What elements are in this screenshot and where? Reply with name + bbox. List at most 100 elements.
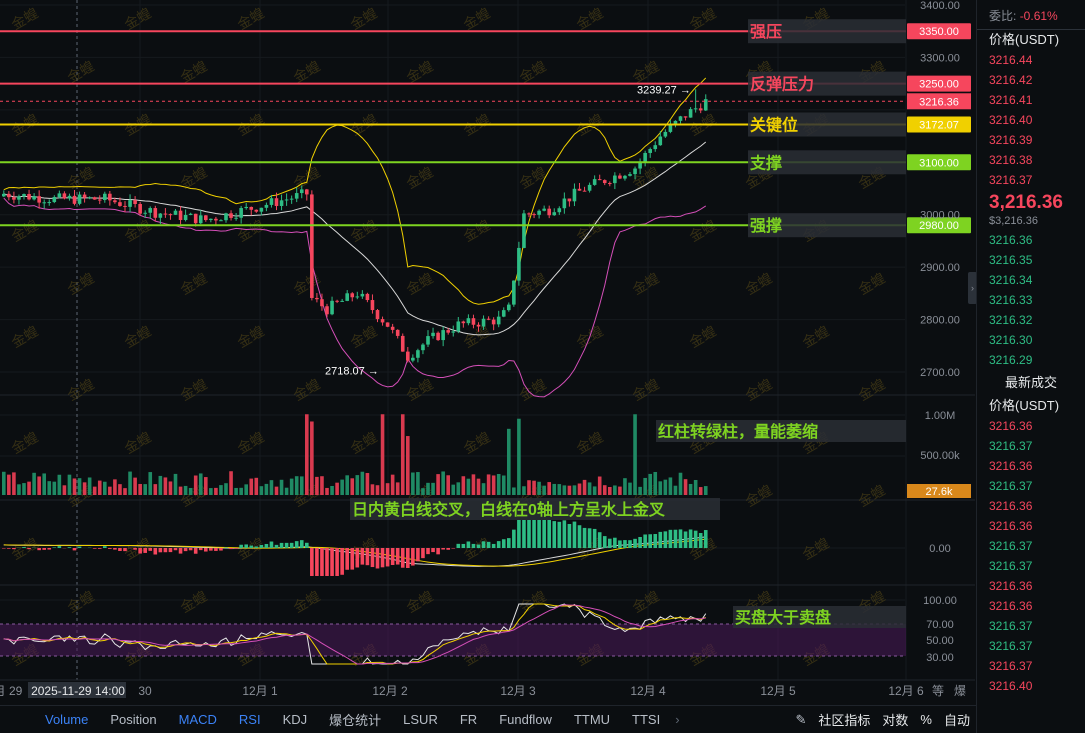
indicator-tab-fundflow[interactable]: Fundflow <box>488 712 563 727</box>
axis-extra-label: 等 <box>932 684 944 698</box>
macd-bar <box>673 529 678 548</box>
volume-bar <box>390 474 395 495</box>
macd-bar <box>633 538 637 548</box>
volume-bar <box>249 478 254 495</box>
macd-bar <box>138 548 142 554</box>
volume-bar <box>501 475 506 495</box>
volume-bar <box>193 475 198 495</box>
macd-bar <box>219 548 223 551</box>
bid-price: 3216.36 <box>989 233 1033 247</box>
macd-bar <box>421 548 425 559</box>
indicator-tab-ttsi[interactable]: TTSI <box>621 712 671 727</box>
order-book: 委比: -0.61% 价格(USDT) 3216.44 3216.42 3216.4… <box>976 0 1085 733</box>
macd-bar <box>547 520 551 548</box>
indicator-tab-ttmu[interactable]: TTMU <box>563 712 621 727</box>
macd-bar <box>582 527 587 548</box>
candle-body <box>108 193 112 201</box>
candle-body <box>118 202 122 206</box>
volume-bar <box>72 478 77 495</box>
macd-bar <box>532 520 536 548</box>
indicator-tab-fr[interactable]: FR <box>449 712 488 727</box>
macd-bar <box>355 548 360 568</box>
indicator-tab-lsur[interactable]: LSUR <box>392 712 449 727</box>
candle-body <box>123 205 127 207</box>
edit-icon[interactable]: ✎ <box>789 712 812 728</box>
candle-body <box>698 108 703 111</box>
volume-bar <box>279 479 284 495</box>
volume-bar <box>17 484 21 495</box>
candle-body <box>688 109 693 118</box>
volume-bar <box>658 481 663 495</box>
indicator-tab-macd[interactable]: MACD <box>168 712 228 727</box>
macd-bar <box>7 548 11 549</box>
trades-price-header: 价格(USDT) <box>989 398 1060 413</box>
candle-body <box>340 300 344 302</box>
trade-price: 3216.37 <box>989 619 1033 633</box>
level-price-text: 3172.07 <box>919 120 959 132</box>
macd-bar <box>592 528 597 548</box>
macd-bar <box>476 544 481 548</box>
candle-body <box>148 208 153 213</box>
macd-bar <box>229 548 233 550</box>
volume-bar <box>411 472 415 495</box>
macd-bar <box>562 520 567 548</box>
volume-bar <box>97 480 102 495</box>
bid-price: 3216.30 <box>989 333 1033 347</box>
macd-bar <box>163 548 168 553</box>
macd-bar <box>22 547 26 548</box>
candle-body <box>279 200 284 206</box>
price-tick: 3300.00 <box>920 52 960 64</box>
volume-bar <box>597 476 602 495</box>
last-price: 3,216.36 <box>989 192 1063 213</box>
indicator-tab-rsi[interactable]: RSI <box>228 712 272 727</box>
log-scale-toggle[interactable]: 对数 <box>876 710 914 729</box>
candlestick-chart[interactable]: 金蝗 金蝗 金蝗 金蝗 金蝗 金蝗 金蝗 金蝗金蝗 金蝗 金蝗 金蝗 金蝗 金蝗金蝗 金蝗 金蝗 金蝗 金蝗 金蝗… <box>0 0 975 705</box>
candle-body <box>299 189 304 194</box>
volume-bar <box>618 486 622 495</box>
volume-bar <box>643 477 647 495</box>
volume-bar <box>138 483 142 495</box>
volume-bar <box>92 486 97 495</box>
candle-body <box>92 197 97 200</box>
bid-price: 3216.29 <box>989 353 1033 367</box>
volume-bar <box>693 479 698 495</box>
indicator-tab-position[interactable]: Position <box>99 712 167 727</box>
macd-bar <box>385 548 390 567</box>
macd-bar <box>481 541 486 548</box>
candle-body <box>269 198 274 205</box>
macd-bar <box>698 533 703 548</box>
candle-body <box>532 214 536 216</box>
macd-bar <box>178 548 183 554</box>
volume-bar <box>204 477 208 495</box>
candle-body <box>163 213 168 215</box>
volume-bar <box>446 475 450 495</box>
candle-body <box>158 213 163 218</box>
volume-bar <box>22 483 26 495</box>
candle-body <box>648 149 652 153</box>
bid-price: 3216.33 <box>989 293 1033 307</box>
volume-bar <box>315 476 319 495</box>
candle-body <box>335 300 339 302</box>
macd-bar <box>537 520 541 548</box>
candle-body <box>365 293 370 301</box>
auto-scale-toggle[interactable]: 自动 <box>938 710 976 729</box>
volume-bar <box>436 474 440 495</box>
indicator-tab-volume[interactable]: Volume <box>34 712 99 727</box>
level-price-text: 3250.00 <box>919 79 959 91</box>
volume-bar <box>27 481 31 495</box>
indicator-tab-kdj[interactable]: KDJ <box>272 712 319 727</box>
volume-bar <box>244 484 248 495</box>
ask-price: 3216.40 <box>989 113 1033 127</box>
candle-body <box>27 194 31 200</box>
percent-toggle[interactable]: % <box>914 712 938 727</box>
candle-body <box>224 213 228 221</box>
volume-bar <box>486 474 491 495</box>
community-indicators-button[interactable]: 社区指标 <box>812 710 876 729</box>
volume-bar <box>572 485 577 495</box>
candle-body <box>2 193 6 197</box>
indicator-tab-爆仓统计[interactable]: 爆仓统计 <box>318 710 392 729</box>
macd-bar <box>108 548 112 549</box>
macd-bar <box>512 529 516 548</box>
indicator-toolbar: Volume Position MACD RSI KDJ 爆仓统计 LSUR FR Fundfl… <box>0 705 976 733</box>
more-indicators-arrow[interactable]: › <box>671 712 683 727</box>
